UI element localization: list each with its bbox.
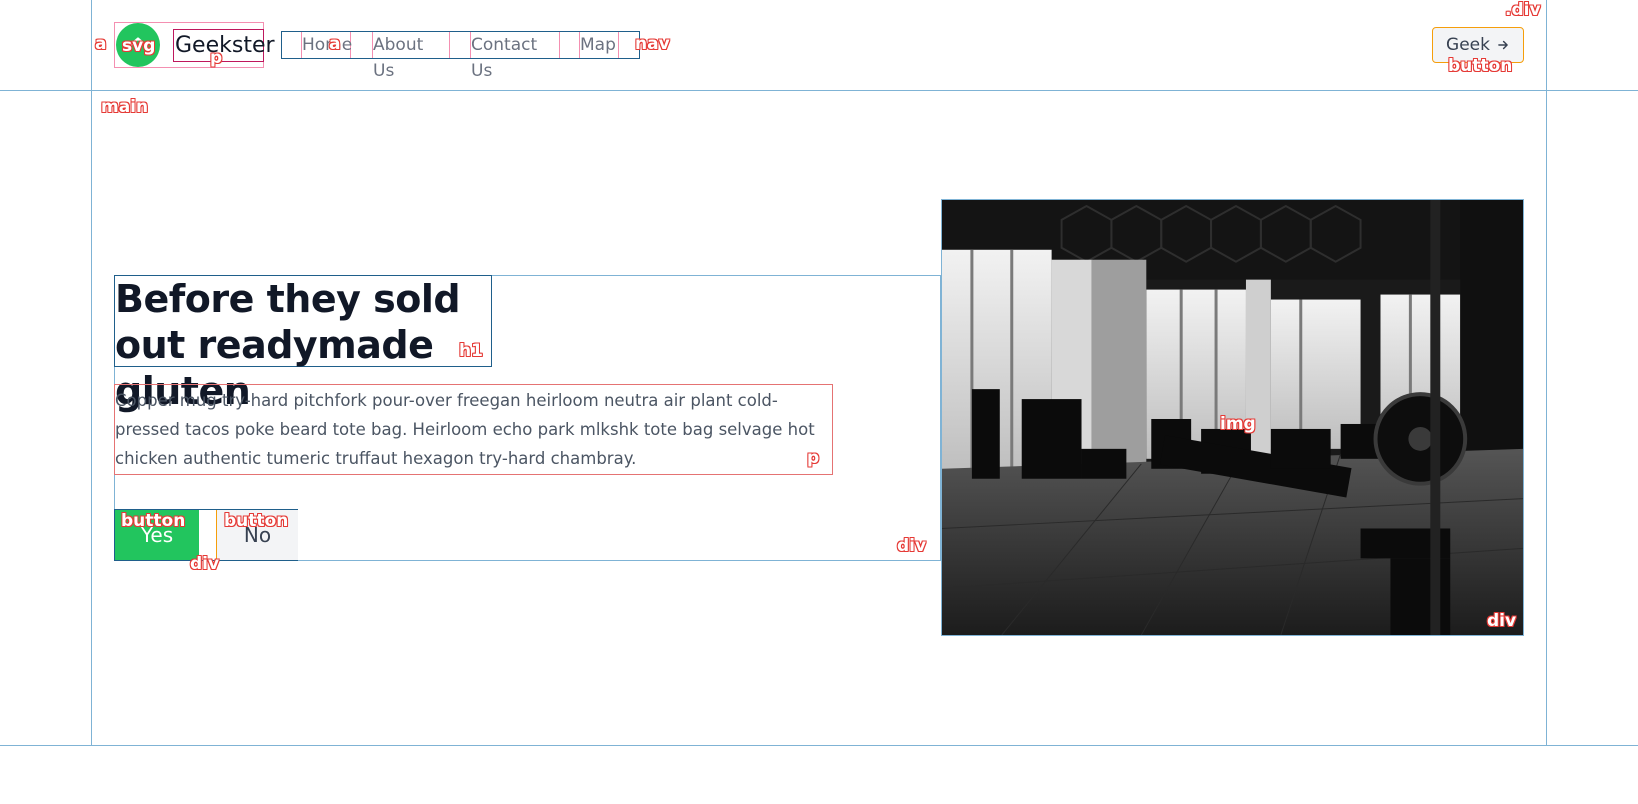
hero-title: Before they sold out readymade gluten: [114, 275, 492, 413]
hero-image: [941, 199, 1524, 636]
arrow-right-icon: [1498, 40, 1508, 50]
logo-icon: [116, 23, 160, 67]
geek-button-label: Geek: [1446, 35, 1490, 55]
hero-button-group: Yes No: [114, 509, 298, 561]
tag-main: main: [101, 97, 149, 117]
nav-map[interactable]: Map: [579, 32, 619, 58]
left-guide-line: [91, 0, 92, 746]
tag-nav: nav: [635, 34, 670, 54]
tag-div-top: .div: [1505, 0, 1541, 20]
main-bottom-line: [0, 745, 1638, 746]
right-guide-line: [1546, 0, 1547, 746]
tag-a-logo: a: [95, 34, 107, 54]
nav-home[interactable]: Home: [301, 32, 352, 58]
nav-contact-us[interactable]: Contact Us: [470, 32, 560, 81]
yes-button[interactable]: Yes: [115, 510, 199, 560]
hero-description: Copper mug try-hard pitchfork pour-over …: [114, 384, 833, 475]
gym-photo: [942, 200, 1523, 635]
header-bottom-line: [0, 90, 1638, 91]
main-nav: Home About Us Contact Us Map: [281, 31, 640, 81]
nav-about-us[interactable]: About Us: [372, 32, 450, 81]
geek-button[interactable]: Geek: [1432, 27, 1524, 63]
no-button[interactable]: No: [216, 510, 298, 560]
brand-name: Geekster: [173, 29, 275, 62]
